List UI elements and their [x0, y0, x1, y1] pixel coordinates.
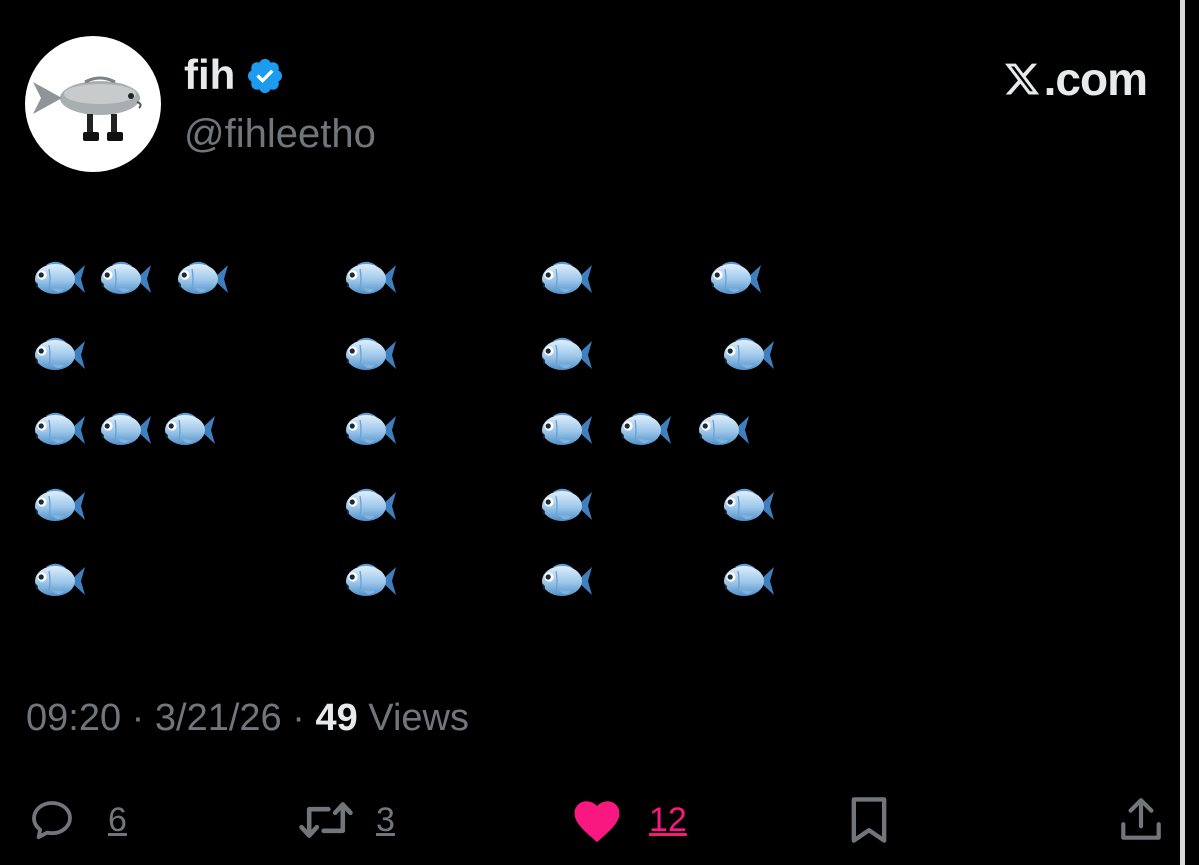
tweet-text	[0, 0, 800, 620]
like-count[interactable]: 12	[649, 800, 687, 840]
brand-watermark: .com	[1002, 53, 1148, 105]
reply-count[interactable]: 6	[108, 800, 127, 840]
share-icon	[1121, 798, 1161, 840]
fish-emoji	[698, 412, 750, 446]
scrollbar[interactable]	[1180, 0, 1185, 865]
fish-emoji	[177, 261, 229, 295]
fish-emoji	[345, 412, 397, 446]
fish-emoji	[541, 337, 593, 371]
fish-emoji	[34, 412, 86, 446]
meta-separator: ·	[281, 697, 316, 739]
views-label[interactable]: Views	[358, 697, 469, 739]
tweet-time[interactable]: 09:20	[26, 697, 121, 739]
fish-emoji	[345, 563, 397, 597]
fish-emoji	[100, 412, 152, 446]
fish-emoji	[541, 261, 593, 295]
repost-count[interactable]: 3	[376, 800, 395, 840]
fish-emoji	[34, 488, 86, 522]
fish-emoji	[710, 261, 762, 295]
x-logo-icon	[1004, 63, 1039, 95]
fish-emoji	[723, 563, 775, 597]
tweet-meta: 09:20 · 3/21/26 · 49 Views	[26, 694, 469, 742]
repost-button[interactable]: 3	[296, 792, 395, 848]
bookmark-button[interactable]	[846, 792, 892, 848]
fish-emoji	[541, 488, 593, 522]
bookmark-icon	[851, 797, 887, 843]
meta-separator: ·	[121, 697, 155, 739]
views-count[interactable]: 49	[315, 697, 357, 739]
fish-emoji	[164, 412, 216, 446]
fish-emoji	[723, 337, 775, 371]
brand-domain: .com	[1043, 53, 1148, 105]
fish-emoji	[345, 337, 397, 371]
reply-button[interactable]: 6	[26, 792, 127, 848]
fish-emoji	[620, 412, 672, 446]
fish-emoji	[541, 412, 593, 446]
fish-emoji	[541, 563, 593, 597]
fish-emoji	[34, 563, 86, 597]
share-button[interactable]	[1116, 792, 1166, 848]
heart-icon	[574, 801, 620, 843]
fish-emoji	[345, 261, 397, 295]
fish-emoji	[723, 488, 775, 522]
fish-emoji	[34, 337, 86, 371]
like-button[interactable]: 12	[569, 792, 687, 848]
fish-emoji	[34, 261, 86, 295]
fish-emoji	[345, 488, 397, 522]
fish-emoji	[100, 261, 152, 295]
reply-icon	[32, 801, 72, 840]
tweet-date[interactable]: 3/21/26	[155, 697, 282, 739]
repost-icon	[299, 802, 353, 838]
